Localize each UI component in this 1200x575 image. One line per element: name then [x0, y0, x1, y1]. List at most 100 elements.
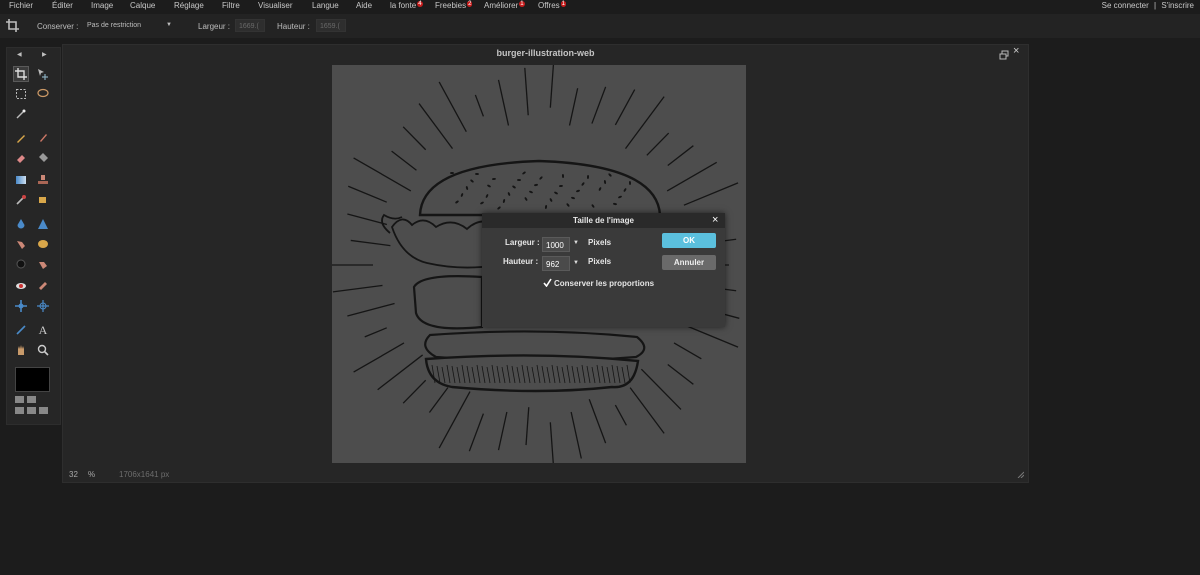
menu-aide[interactable]: Aide: [356, 1, 372, 10]
pinch-tool[interactable]: [13, 298, 29, 314]
dialog-close-icon[interactable]: ×: [712, 214, 718, 227]
stamp-tool[interactable]: [35, 172, 51, 188]
menu-visualiser[interactable]: Visualiser: [258, 1, 293, 10]
restore-window-icon[interactable]: [999, 47, 1009, 60]
hand-tool[interactable]: [13, 342, 29, 358]
pencil-tool[interactable]: [13, 130, 29, 146]
menu-ameliorer[interactable]: Améliorer 1: [484, 1, 525, 10]
marquee-tool[interactable]: [13, 86, 29, 102]
status-bar: 32 % 1706x1641 px: [63, 467, 1028, 481]
eye-icon: [16, 283, 26, 289]
menu-filtre[interactable]: Filtre: [222, 1, 240, 10]
triangle-icon: [38, 219, 48, 229]
text-tool[interactable]: A: [35, 322, 51, 338]
gradient-tool[interactable]: [13, 172, 29, 188]
chevron-down-icon: ▼: [166, 22, 172, 28]
keep-ratio-label: Conserver les proportions: [554, 279, 655, 288]
image-size-dialog: Taille de l'image × Largeur : 1000 ▼ Pix…: [482, 213, 725, 327]
signup-link[interactable]: S'inscrire: [1161, 1, 1194, 10]
collapse-right-icon[interactable]: ▶: [42, 51, 47, 58]
dialog-largeur-unit: Pixels: [588, 238, 612, 247]
pinch-icon: [15, 300, 27, 312]
close-window-icon[interactable]: ×: [1013, 46, 1019, 57]
spot-heal-tool[interactable]: [35, 278, 51, 294]
keep-ratio-checkbox[interactable]: [543, 278, 552, 288]
lasso-tool[interactable]: [35, 86, 51, 102]
wand-tool[interactable]: [13, 106, 29, 122]
menu-calque[interactable]: Calque: [130, 1, 155, 10]
login-link[interactable]: Se connecter: [1102, 1, 1149, 10]
collapse-left-icon[interactable]: ◀: [17, 51, 22, 58]
magnifier-icon: [37, 344, 49, 356]
burn-icon: [16, 259, 26, 269]
largeur-label: Largeur :: [198, 22, 231, 31]
zoom-tool[interactable]: [35, 342, 51, 358]
tool-panel: ◀ ▶ A: [6, 47, 61, 425]
pencil-icon: [17, 135, 25, 143]
smudge-tool[interactable]: [35, 192, 51, 208]
burn-tool[interactable]: [13, 256, 29, 272]
menu-bar: Fichier Éditer Image Calque Réglage Filt…: [0, 0, 1200, 12]
menu-badge: 4: [417, 1, 423, 7]
bloat-icon: [39, 262, 47, 269]
layout-grid-icon[interactable]: [15, 396, 51, 416]
options-bar: Conserver : Pas de restriction ▼ Largeur…: [0, 14, 1200, 38]
resize-grip-icon[interactable]: [1016, 470, 1025, 479]
crosshair-icon: [37, 300, 49, 312]
hand-dodge-icon: [17, 241, 25, 249]
menu-editer[interactable]: Éditer: [52, 1, 73, 10]
sponge-tool[interactable]: [35, 236, 51, 252]
menu-offres[interactable]: Offres 1: [538, 1, 566, 10]
menu-langue[interactable]: Langue: [312, 1, 339, 10]
paint-bucket-icon: [39, 153, 48, 162]
lasso-icon: [37, 88, 49, 98]
menu-badge: 1: [519, 1, 525, 7]
dialog-largeur-input[interactable]: 1000: [542, 237, 570, 252]
bloat-tool[interactable]: [35, 256, 51, 272]
conserver-label: Conserver :: [37, 22, 79, 31]
line-pen-icon: [16, 325, 26, 335]
color-picker-icon: [16, 195, 26, 205]
cancel-button[interactable]: Annuler: [662, 255, 716, 270]
document-title: burger-illustration-web: [496, 48, 595, 58]
blur-tool[interactable]: [13, 216, 29, 232]
dialog-hauteur-input[interactable]: 962: [542, 256, 570, 271]
ok-button[interactable]: OK: [662, 233, 716, 248]
menu-reglage[interactable]: Réglage: [174, 1, 204, 10]
picker-tool[interactable]: [13, 192, 29, 208]
menu-image[interactable]: Image: [91, 1, 113, 10]
text-icon: A: [38, 322, 48, 337]
magic-wand-icon: [16, 109, 26, 119]
hauteur-dropdown-icon[interactable]: ▼: [573, 260, 579, 266]
auth-links: Se connecter | S'inscrire: [1102, 1, 1194, 10]
warp-tool[interactable]: [35, 298, 51, 314]
menu-freebies[interactable]: Freebies 2: [435, 1, 473, 10]
crop-tool-icon: [6, 19, 19, 32]
largeur-field[interactable]: 1669.(: [235, 19, 265, 32]
dialog-hauteur-unit: Pixels: [588, 257, 612, 266]
move-tool[interactable]: [35, 66, 51, 82]
dialog-hauteur-label: Hauteur :: [503, 257, 539, 266]
draw-tool[interactable]: [13, 322, 29, 338]
menu-badge: 1: [560, 1, 566, 7]
image-dimensions: 1706x1641 px: [119, 470, 170, 479]
redeye-tool[interactable]: [13, 278, 29, 294]
foreground-color-swatch[interactable]: [15, 367, 50, 392]
largeur-dropdown-icon[interactable]: ▼: [573, 240, 579, 246]
marquee-icon: [16, 89, 26, 99]
sharpen-tool[interactable]: [35, 216, 51, 232]
menu-la-fonte[interactable]: la fonte 4: [390, 1, 423, 10]
zoom-value[interactable]: 32: [69, 470, 78, 479]
brush-tool[interactable]: [35, 130, 51, 146]
dodge-tool[interactable]: [13, 236, 29, 252]
menu-fichier[interactable]: Fichier: [9, 1, 33, 10]
conserver-select[interactable]: Pas de restriction ▼: [87, 22, 177, 32]
zoom-unit: %: [88, 470, 96, 479]
crop-tool[interactable]: [13, 66, 29, 82]
fill-tool[interactable]: [35, 150, 51, 166]
eraser-tool[interactable]: [13, 150, 29, 166]
hauteur-field[interactable]: 1659.(: [316, 19, 346, 32]
auth-separator: |: [1154, 1, 1157, 10]
drop-icon: [17, 219, 25, 229]
hauteur-label: Hauteur :: [277, 22, 310, 31]
